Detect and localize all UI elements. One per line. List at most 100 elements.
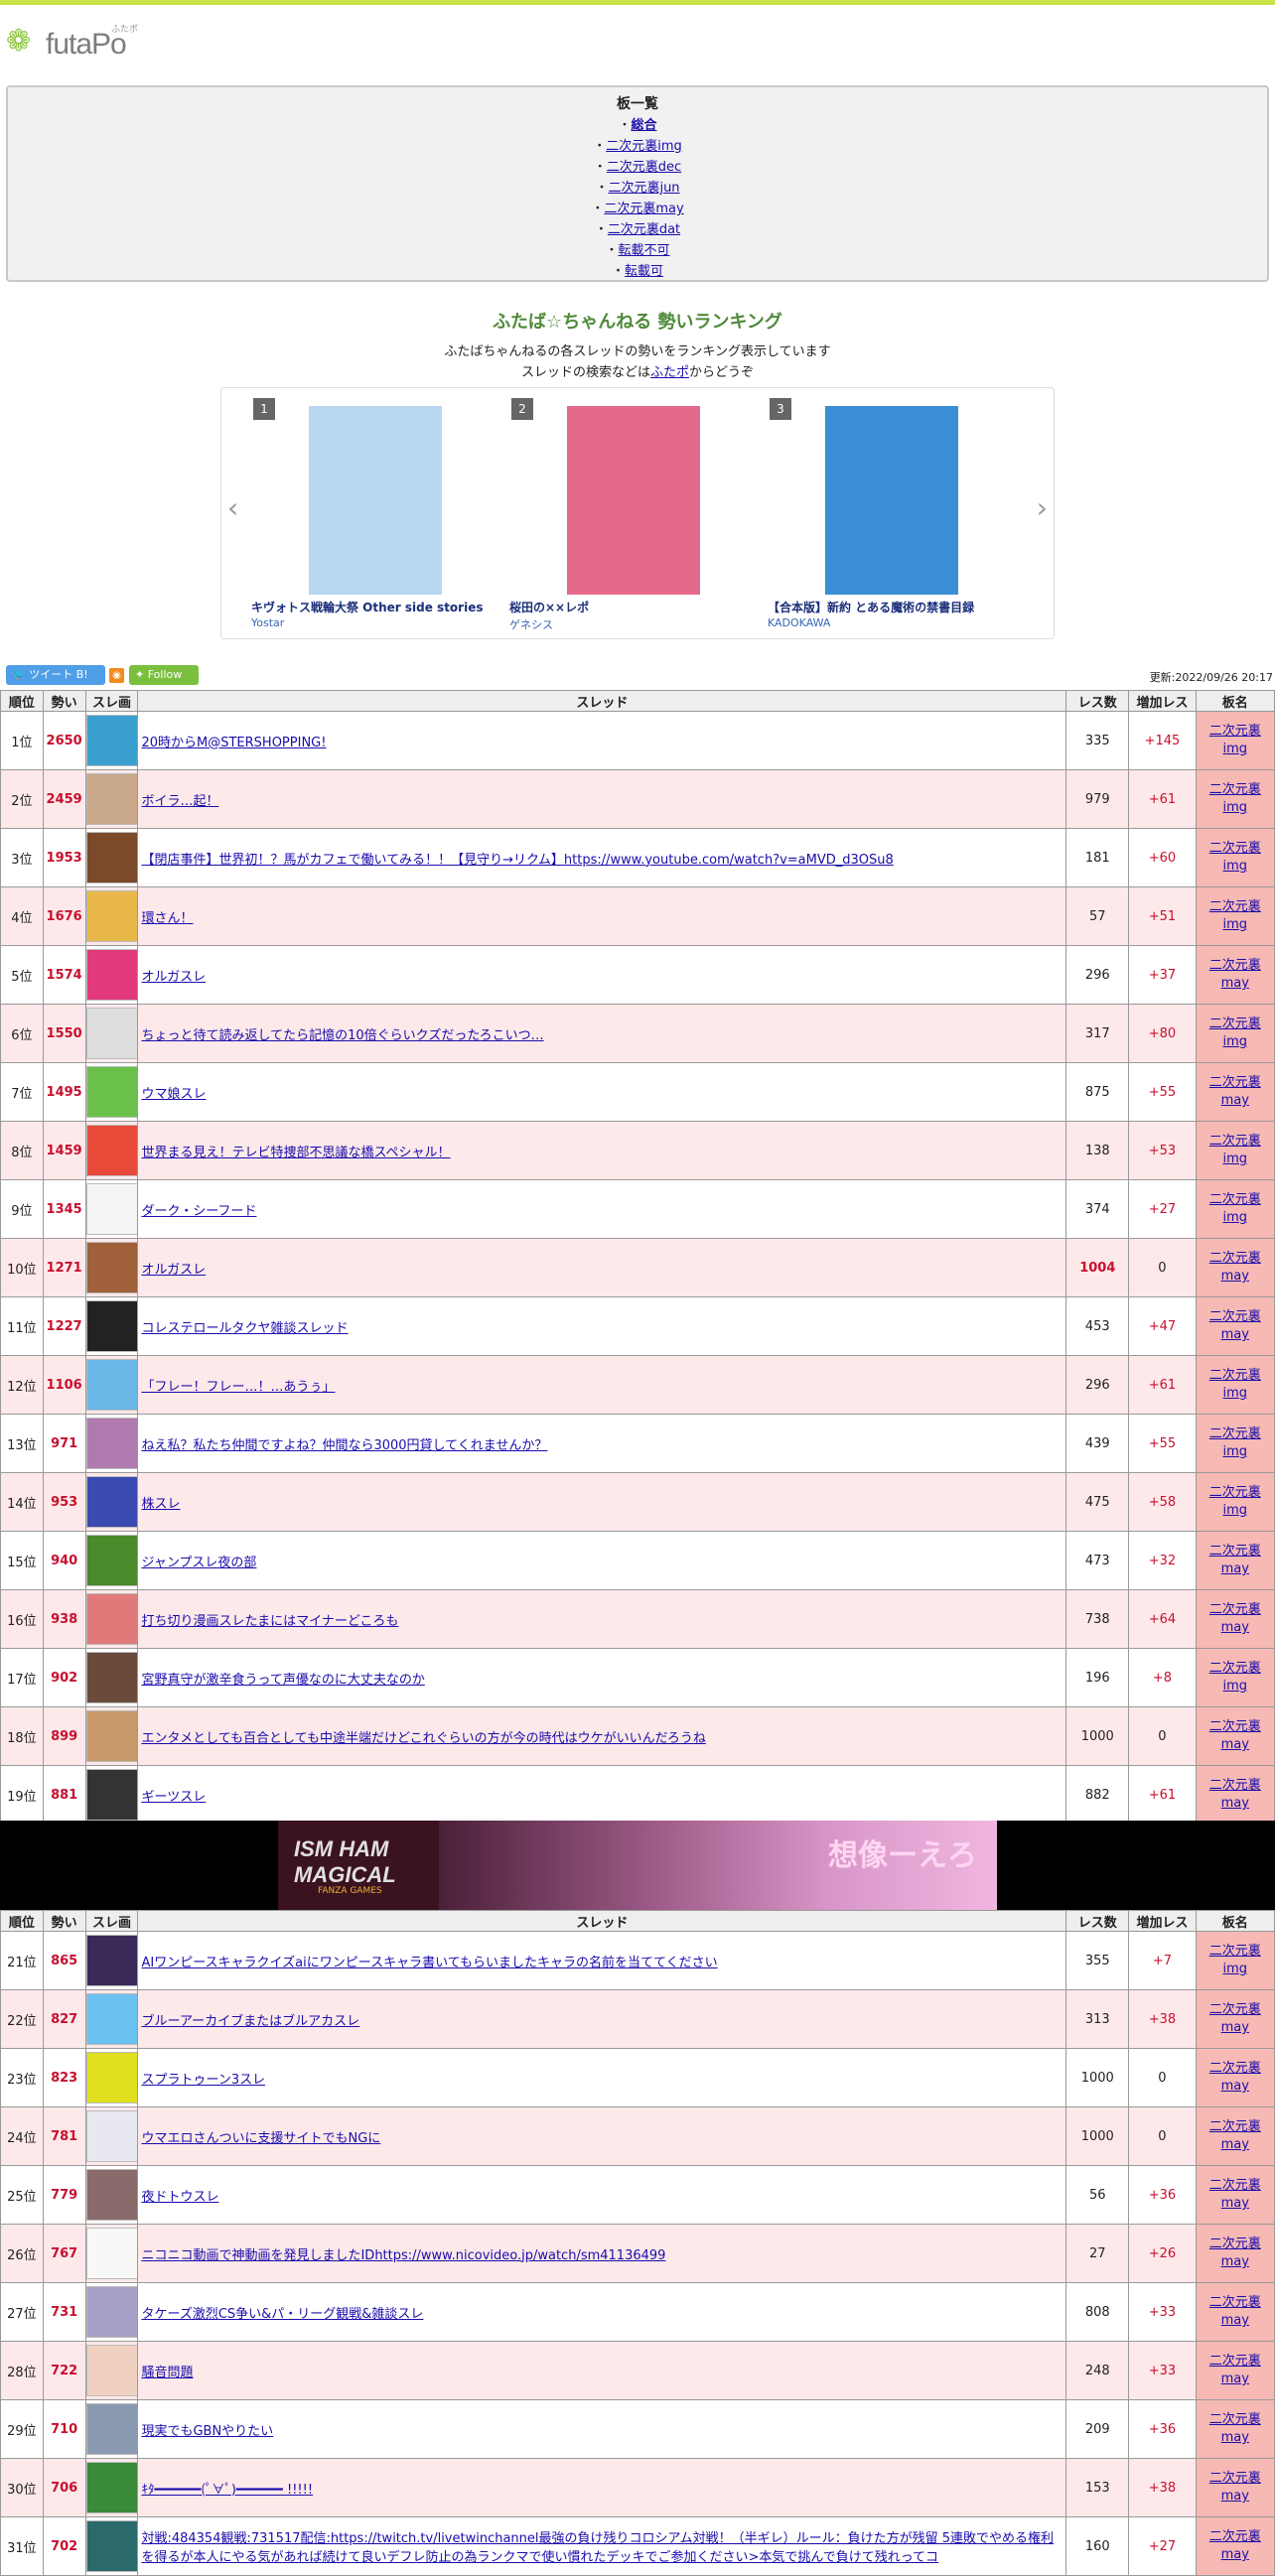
board-name-link[interactable]: 二次元裏 may (1209, 2002, 1261, 2035)
carousel-item-publisher[interactable]: Yostar (251, 616, 284, 629)
thread-title-link[interactable]: ウマエロさんついに支援サイトでもNGに (141, 2131, 380, 2146)
carousel-item[interactable]: 2 桜田の××レポ ゲネシス (509, 398, 748, 631)
thread-title-link[interactable]: ジャンプスレ夜の部 (141, 1556, 256, 1570)
board-name-link[interactable]: 二次元裏 may (1209, 2061, 1261, 2094)
thread-thumbnail[interactable] (85, 1710, 138, 1762)
thread-title-link[interactable]: スプラトゥーン3スレ (141, 2073, 265, 2088)
thread-title-link[interactable]: オルガスレ (141, 1263, 206, 1278)
carousel-item-publisher[interactable]: ゲネシス (509, 616, 553, 632)
thread-thumbnail[interactable] (85, 2228, 138, 2279)
thread-title-link[interactable]: 夜ドトウスレ (141, 2190, 218, 2205)
thread-title-link[interactable]: 20時からM@STERSHOPPING! (141, 736, 326, 750)
thread-thumbnail[interactable] (85, 2052, 138, 2103)
carousel-item[interactable]: 1 キヴォトス戦輪大祭 Other side stories Yostar (251, 398, 490, 629)
chevron-left-icon[interactable]: ‹ (227, 491, 238, 524)
board-name-link[interactable]: 二次元裏 img (1209, 1134, 1261, 1166)
board-name-link[interactable]: 二次元裏 may (1209, 1544, 1261, 1576)
futapo-link[interactable]: ふたポ (650, 365, 689, 380)
thread-title-link[interactable]: ちょっと待て読み返してたら記憶の10倍ぐらいクズだったろこいつ… (141, 1028, 543, 1043)
carousel-item-publisher[interactable]: KADOKAWA (768, 616, 830, 629)
board-name-link[interactable]: 二次元裏 img (1209, 1368, 1261, 1401)
thread-title-link[interactable]: 世界まる見え！テレビ特捜部不思議な橋スペシャル！ (141, 1146, 450, 1160)
board-link[interactable]: 総合 (632, 118, 657, 133)
board-name-link[interactable]: 二次元裏 may (1209, 2412, 1261, 2445)
board-name-link[interactable]: 二次元裏 may (1209, 2354, 1261, 2386)
thread-thumbnail[interactable] (85, 2520, 138, 2572)
thread-title-link[interactable]: タケーズ激烈CS争い&パ・リーグ観戦&雑談スレ (141, 2307, 423, 2322)
board-name-link[interactable]: 二次元裏 may (1209, 2295, 1261, 2328)
thread-title-link[interactable]: 株スレ (141, 1497, 180, 1512)
thread-thumbnail[interactable] (85, 2345, 138, 2396)
thread-title-link[interactable]: 環さん！ (141, 911, 193, 926)
site-logo[interactable]: ❁ futaPo ふたポ (6, 22, 155, 66)
thread-thumbnail[interactable] (85, 949, 138, 1001)
board-name-link[interactable]: 二次元裏 img (1209, 1426, 1261, 1459)
thread-thumbnail[interactable] (85, 1652, 138, 1703)
board-link[interactable]: 二次元裏dec (607, 160, 681, 175)
thread-thumbnail[interactable] (85, 2110, 138, 2162)
ad-banner[interactable]: ISM HAM MAGICAL FANZA GAMES 想像ーえろ (0, 1821, 1275, 1910)
thread-thumbnail[interactable] (85, 1535, 138, 1586)
follow-button[interactable]: ✦ Follow (129, 665, 199, 685)
thread-thumbnail[interactable] (85, 1593, 138, 1645)
thread-thumbnail[interactable] (85, 1418, 138, 1469)
thread-title-link[interactable]: コレステロールタクヤ雑談スレッド (141, 1321, 348, 1336)
board-name-link[interactable]: 二次元裏 may (1209, 1075, 1261, 1108)
board-name-link[interactable]: 二次元裏 img (1209, 899, 1261, 932)
thread-thumbnail[interactable] (85, 715, 138, 766)
board-name-link[interactable]: 二次元裏 may (1209, 1251, 1261, 1284)
board-name-link[interactable]: 二次元裏 img (1209, 1944, 1261, 1976)
carousel-item[interactable]: 3 【合本版】新約 とある魔術の禁書目録 KADOKAWA (768, 398, 1006, 629)
board-name-link[interactable]: 二次元裏 may (1209, 2471, 1261, 2504)
board-name-link[interactable]: 二次元裏 img (1209, 1661, 1261, 1694)
board-name-link[interactable]: 二次元裏 img (1209, 1485, 1261, 1518)
board-name-link[interactable]: 二次元裏 may (1209, 2178, 1261, 2211)
thread-thumbnail[interactable] (85, 1183, 138, 1235)
thread-thumbnail[interactable] (85, 1066, 138, 1118)
board-name-link[interactable]: 二次元裏 may (1209, 1602, 1261, 1635)
carousel-item-title[interactable]: 【合本版】新約 とある魔術の禁書目録 (768, 599, 974, 615)
board-link[interactable]: 転載不可 (619, 243, 670, 258)
board-name-link[interactable]: 二次元裏 img (1209, 1017, 1261, 1049)
thread-thumbnail[interactable] (85, 1242, 138, 1293)
thread-title-link[interactable]: エンタメとしても百合としても中途半端だけどこれぐらいの方が今の時代はウケがいいん… (141, 1731, 705, 1746)
thread-thumbnail[interactable] (85, 2286, 138, 2338)
book-cover-image[interactable] (825, 406, 958, 595)
thread-thumbnail[interactable] (85, 2403, 138, 2455)
thread-title-link[interactable]: ボイラ…起！ (141, 794, 218, 809)
board-link[interactable]: 転載可 (625, 264, 663, 279)
thread-title-link[interactable]: 宮野真守が激辛食うって声優なのに大丈夫なのか (141, 1673, 424, 1688)
thread-thumbnail[interactable] (85, 773, 138, 825)
thread-thumbnail[interactable] (85, 2169, 138, 2221)
board-name-link[interactable]: 二次元裏 img (1209, 782, 1261, 815)
ad-banner-right[interactable]: 想像ーえろ (439, 1821, 997, 1910)
board-name-link[interactable]: 二次元裏 may (1209, 1778, 1261, 1811)
carousel-item-title[interactable]: 桜田の××レポ (509, 599, 589, 615)
thread-thumbnail[interactable] (85, 1769, 138, 1821)
thread-thumbnail[interactable] (85, 1359, 138, 1411)
book-cover-image[interactable] (567, 406, 700, 595)
board-link[interactable]: 二次元裏may (604, 202, 683, 216)
thread-thumbnail[interactable] (85, 1476, 138, 1528)
rss-icon[interactable]: ◉ (109, 668, 124, 683)
thread-title-link[interactable]: ウマ娘スレ (141, 1087, 206, 1102)
chevron-right-icon[interactable]: › (1037, 491, 1048, 524)
board-name-link[interactable]: 二次元裏 may (1209, 1719, 1261, 1752)
board-link[interactable]: 二次元裏jun (608, 181, 679, 196)
thread-thumbnail[interactable] (85, 1935, 138, 1986)
book-cover-image[interactable] (309, 406, 442, 595)
thread-title-link[interactable]: 【閉店事件】世界初！？馬がカフェで働いてみる！！【見守り→リクム】https:/… (141, 853, 893, 868)
thread-thumbnail[interactable] (85, 2462, 138, 2513)
board-name-link[interactable]: 二次元裏 img (1209, 724, 1261, 756)
thread-thumbnail[interactable] (85, 1300, 138, 1352)
thread-thumbnail[interactable] (85, 1008, 138, 1059)
thread-title-link[interactable]: ｷﾀ━━━━━━(ﾟ∀ﾟ)━━━━━━ !!!!! (141, 2483, 313, 2498)
thread-title-link[interactable]: 対戦:484354観戦:731517配信:https://twitch.tv/l… (141, 2531, 1054, 2565)
board-link[interactable]: 二次元裏dat (608, 222, 680, 237)
thread-title-link[interactable]: ねえ私？私たち仲間ですよね？仲間なら3000円貸してくれませんか？ (141, 1438, 547, 1453)
thread-title-link[interactable]: ニコニコ動画で神動画を発見しましたIDhttps://www.nicovideo… (141, 2248, 665, 2263)
board-link[interactable]: 二次元裏img (606, 139, 682, 154)
board-name-link[interactable]: 二次元裏 may (1209, 1309, 1261, 1342)
thread-title-link[interactable]: 騒音問題 (141, 2366, 193, 2380)
carousel-item-title[interactable]: キヴォトス戦輪大祭 Other side stories (251, 599, 484, 615)
